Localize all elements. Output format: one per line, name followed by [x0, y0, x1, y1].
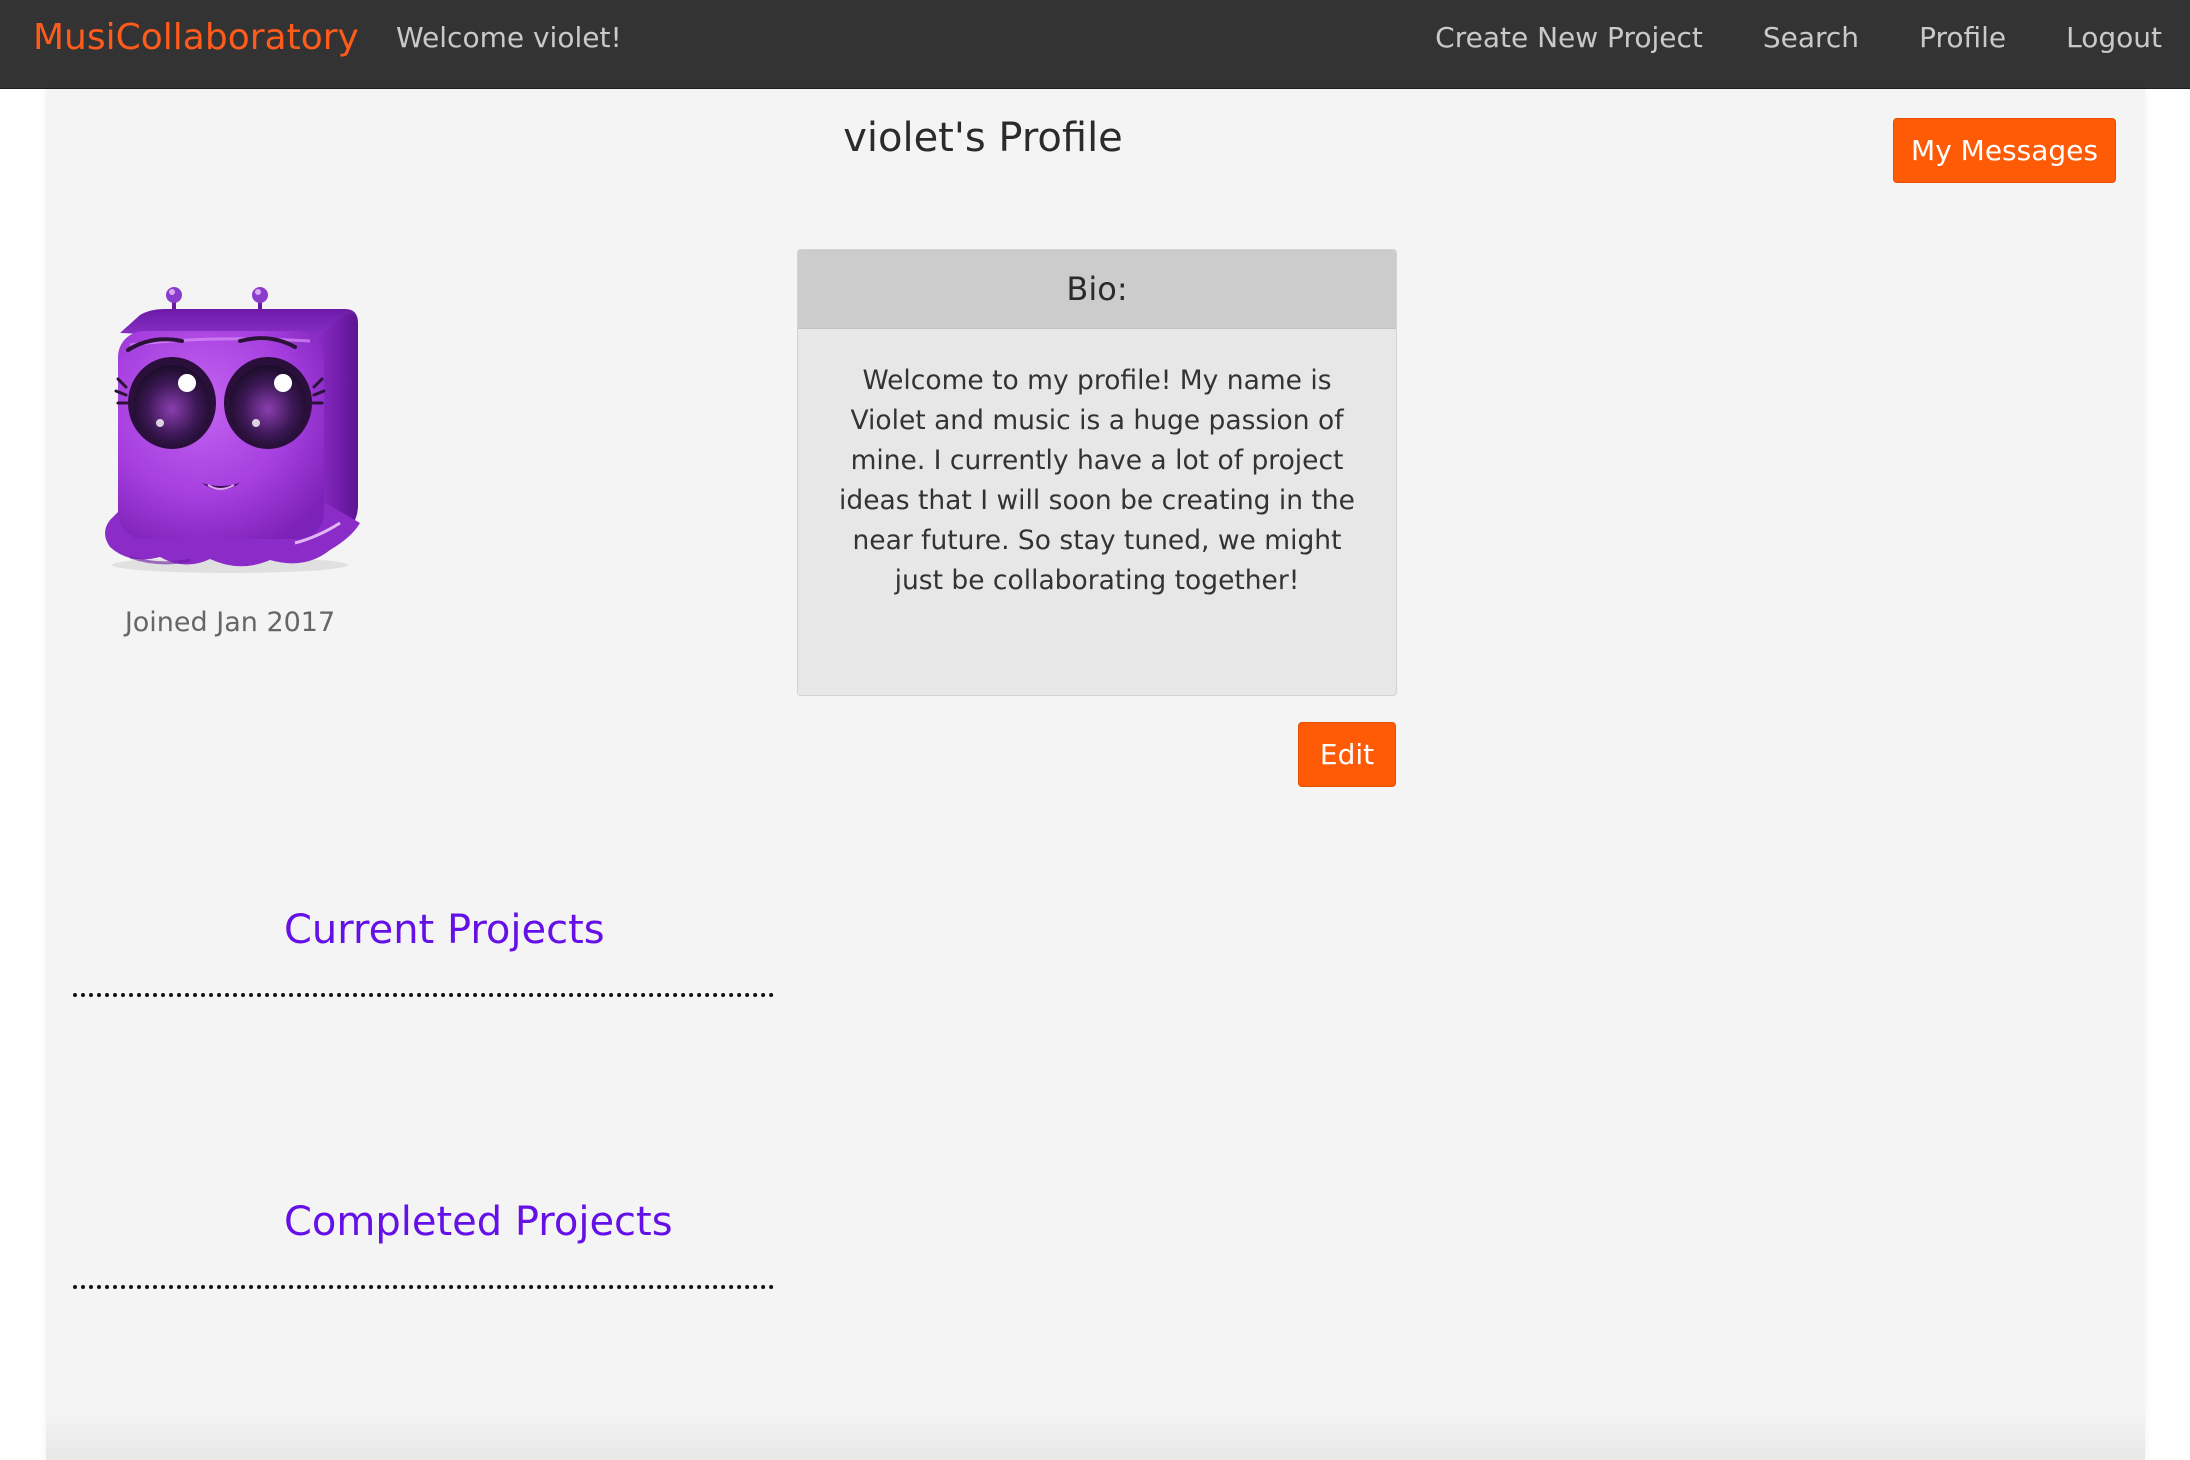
bio-heading: Bio:: [798, 250, 1396, 329]
bio-text: Welcome to my profile! My name is Violet…: [839, 365, 1355, 596]
completed-projects-heading: Completed Projects: [284, 1199, 673, 1245]
current-projects-divider: [73, 993, 774, 997]
completed-projects-divider: [73, 1285, 774, 1289]
nav-links: Create New Project Search Profile Logout: [1435, 20, 2162, 56]
avatar: [90, 275, 370, 575]
nav-profile-link[interactable]: Profile: [1919, 20, 2006, 56]
current-projects-heading: Current Projects: [284, 907, 605, 953]
joined-date: Joined Jan 2017: [124, 607, 336, 638]
welcome-text: Welcome violet!: [396, 21, 622, 54]
edit-bio-button[interactable]: Edit: [1298, 722, 1396, 787]
brand-logo-link[interactable]: MusiCollaboratory: [33, 16, 359, 60]
bio-card: Bio: Welcome to my profile! My name is V…: [797, 249, 1397, 696]
nav-search-link[interactable]: Search: [1763, 20, 1859, 56]
nav-create-project-link[interactable]: Create New Project: [1435, 20, 1703, 56]
my-messages-button[interactable]: My Messages: [1893, 118, 2116, 183]
profile-container: violet's Profile My Messages Joined Jan …: [46, 89, 2145, 1460]
top-navbar: MusiCollaboratory Welcome violet! Create…: [0, 0, 2190, 89]
purple-alien-avatar-icon: [105, 287, 360, 573]
page-title: violet's Profile: [843, 115, 1123, 161]
nav-logout-link[interactable]: Logout: [2066, 20, 2162, 56]
